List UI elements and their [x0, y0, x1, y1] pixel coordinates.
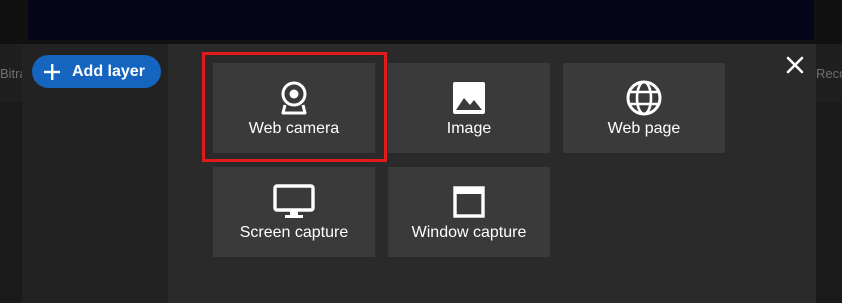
globe-icon [626, 80, 662, 116]
webcam-icon [279, 80, 309, 116]
background-label-left: Bitrate [0, 66, 22, 81]
tile-label: Image [446, 120, 492, 137]
add-layer-label: Add layer [72, 62, 145, 80]
preview-area [28, 0, 814, 40]
tile-web-camera[interactable]: Web camera [213, 63, 375, 153]
tile-image[interactable]: Image [388, 63, 550, 153]
background-label-right: Recording [816, 66, 842, 81]
monitor-icon [273, 184, 315, 220]
tile-label: Web camera [248, 120, 340, 137]
window-icon [453, 184, 485, 220]
close-button[interactable] [782, 52, 808, 78]
tile-label: Window capture [411, 224, 527, 241]
tile-label: Web page [607, 120, 681, 137]
app-screen: Bitrate Recording Add layer [0, 0, 842, 303]
image-icon [452, 80, 486, 116]
tile-label: Screen capture [239, 224, 349, 241]
tile-screen-capture[interactable]: Screen capture [213, 167, 375, 257]
tile-window-capture[interactable]: Window capture [388, 167, 550, 257]
close-icon [786, 56, 804, 74]
add-layer-button[interactable]: Add layer [32, 55, 161, 88]
add-layer-dialog: Add layer Web camera Image Web page Scre… [22, 44, 816, 303]
dialog-sidebar: Add layer [22, 44, 168, 303]
tile-web-page[interactable]: Web page [563, 63, 725, 153]
plus-icon [44, 63, 60, 80]
